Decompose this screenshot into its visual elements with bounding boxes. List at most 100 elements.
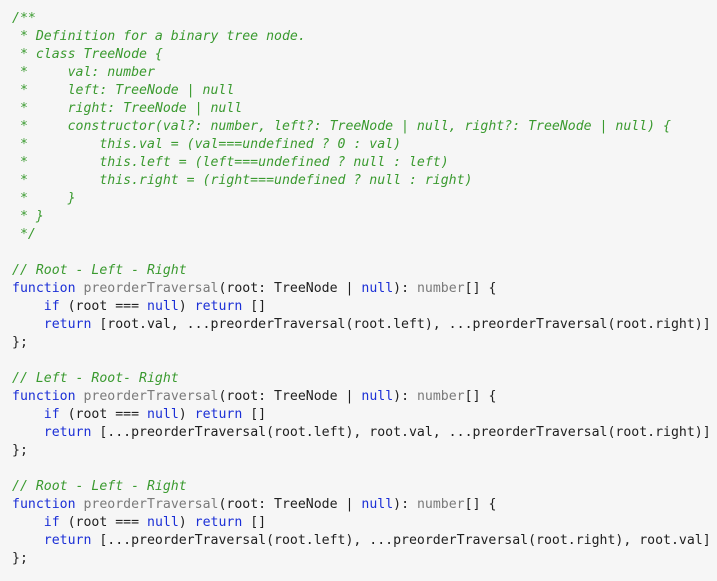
code-token-plain: (root: TreeNode | bbox=[218, 497, 362, 512]
code-line[interactable]: if (root === null) return [] bbox=[12, 514, 717, 532]
code-line[interactable]: * constructor(val?: number, left?: TreeN… bbox=[12, 118, 717, 136]
code-token-plain: [] bbox=[242, 515, 267, 530]
code-token-func: number bbox=[416, 497, 465, 512]
code-token-func: preorderTraversal bbox=[83, 497, 219, 512]
code-token-plain: ): bbox=[393, 281, 417, 296]
code-line[interactable]: * this.left = (left===undefined ? null :… bbox=[12, 154, 717, 172]
code-token-keyword: null bbox=[361, 497, 394, 512]
code-line[interactable]: // Root - Left - Right bbox=[12, 478, 717, 496]
code-token-plain: ) bbox=[178, 407, 195, 422]
code-token-comment: /** bbox=[12, 11, 36, 26]
code-line[interactable]: */ bbox=[12, 226, 717, 244]
code-token-func: number bbox=[416, 389, 465, 404]
code-token-keyword: if bbox=[43, 515, 60, 530]
code-token-comment: * } bbox=[12, 209, 44, 224]
code-line[interactable]: * } bbox=[12, 208, 717, 226]
code-token-plain: (root: TreeNode | bbox=[218, 389, 362, 404]
code-token-keyword: if bbox=[43, 407, 60, 422]
code-token-keyword: return bbox=[43, 425, 92, 440]
code-token-comment: * this.val = (val===undefined ? 0 : val) bbox=[12, 137, 402, 152]
code-line[interactable]: function preorderTraversal(root: TreeNod… bbox=[12, 388, 717, 406]
code-token-comment: */ bbox=[12, 227, 36, 242]
code-token-comment: // Left - Root- Right bbox=[12, 371, 179, 386]
code-token-comment: * left: TreeNode | null bbox=[12, 83, 235, 98]
code-line[interactable]: return [root.val, ...preorderTraversal(r… bbox=[12, 316, 717, 334]
code-token-plain: (root: TreeNode | bbox=[218, 281, 362, 296]
code-line[interactable] bbox=[12, 352, 717, 370]
code-token-comment: // Root - Left - Right bbox=[12, 263, 187, 278]
code-token-plain: ) bbox=[178, 515, 195, 530]
code-token-keyword: return bbox=[194, 299, 243, 314]
code-token-func: preorderTraversal bbox=[83, 389, 219, 404]
code-token-keyword: if bbox=[43, 299, 60, 314]
code-line[interactable]: return [...preorderTraversal(root.left),… bbox=[12, 424, 717, 442]
code-token-comment: * } bbox=[12, 191, 76, 206]
code-line[interactable] bbox=[12, 244, 717, 262]
code-token-plain: }; bbox=[12, 443, 28, 458]
code-line[interactable]: }; bbox=[12, 550, 717, 568]
code-token-plain: ): bbox=[393, 389, 417, 404]
code-token-plain: }; bbox=[12, 551, 28, 566]
code-line[interactable]: * class TreeNode { bbox=[12, 46, 717, 64]
code-token-func: preorderTraversal bbox=[83, 281, 219, 296]
code-token-keyword: null bbox=[361, 389, 394, 404]
code-token-keyword: null bbox=[147, 515, 179, 530]
code-token-comment: // Root - Left - Right bbox=[12, 479, 187, 494]
code-token-keyword: return bbox=[43, 533, 92, 548]
code-line[interactable]: // Root - Left - Right bbox=[12, 262, 717, 280]
code-token-plain: ) bbox=[178, 299, 195, 314]
code-editor[interactable]: /** * Definition for a binary tree node.… bbox=[0, 0, 717, 581]
code-line[interactable]: function preorderTraversal(root: TreeNod… bbox=[12, 496, 717, 514]
code-token-func: number bbox=[416, 281, 465, 296]
code-line[interactable]: return [...preorderTraversal(root.left),… bbox=[12, 532, 717, 550]
code-token-keyword: function bbox=[12, 497, 76, 512]
code-token-plain: [...preorderTraversal(root.left), root.v… bbox=[91, 425, 711, 440]
code-line[interactable]: * this.val = (val===undefined ? 0 : val) bbox=[12, 136, 717, 154]
code-line[interactable] bbox=[12, 460, 717, 478]
code-token-plain: [] { bbox=[464, 497, 497, 512]
code-token-keyword: function bbox=[12, 281, 76, 296]
code-token-keyword: null bbox=[147, 299, 179, 314]
code-token-plain: [...preorderTraversal(root.left), ...pre… bbox=[91, 533, 711, 548]
code-token-keyword: null bbox=[147, 407, 179, 422]
code-token-keyword: function bbox=[12, 389, 76, 404]
code-line[interactable]: if (root === null) return [] bbox=[12, 406, 717, 424]
code-token-plain: }; bbox=[12, 335, 28, 350]
code-line[interactable]: /** bbox=[12, 10, 717, 28]
code-token-plain: (root === bbox=[59, 299, 147, 314]
code-line[interactable]: * } bbox=[12, 190, 717, 208]
code-line[interactable]: // Left - Root- Right bbox=[12, 370, 717, 388]
code-token-plain: [] { bbox=[464, 389, 497, 404]
code-line[interactable]: * Definition for a binary tree node. bbox=[12, 28, 717, 46]
code-token-comment: * val: number bbox=[12, 65, 155, 80]
code-token-comment: * this.left = (left===undefined ? null :… bbox=[12, 155, 449, 170]
code-token-plain: (root === bbox=[59, 407, 147, 422]
code-token-comment: * right: TreeNode | null bbox=[12, 101, 243, 116]
code-token-comment: * constructor(val?: number, left?: TreeN… bbox=[12, 119, 671, 134]
code-token-comment: * class TreeNode { bbox=[12, 47, 163, 62]
code-token-plain: [] bbox=[242, 407, 267, 422]
code-token-comment: * Definition for a binary tree node. bbox=[12, 29, 306, 44]
code-line[interactable]: * right: TreeNode | null bbox=[12, 100, 717, 118]
code-line[interactable]: function preorderTraversal(root: TreeNod… bbox=[12, 280, 717, 298]
code-token-plain: [] bbox=[242, 299, 267, 314]
code-line[interactable]: * this.right = (right===undefined ? null… bbox=[12, 172, 717, 190]
code-line[interactable]: * left: TreeNode | null bbox=[12, 82, 717, 100]
code-token-plain: [root.val, ...preorderTraversal(root.lef… bbox=[91, 317, 711, 332]
code-token-plain: [] { bbox=[464, 281, 497, 296]
code-token-comment: * this.right = (right===undefined ? null… bbox=[12, 173, 473, 188]
code-token-plain: ): bbox=[393, 497, 417, 512]
code-line[interactable]: }; bbox=[12, 442, 717, 460]
code-line[interactable]: * val: number bbox=[12, 64, 717, 82]
code-token-keyword: return bbox=[194, 407, 243, 422]
code-token-keyword: return bbox=[194, 515, 243, 530]
code-line[interactable]: if (root === null) return [] bbox=[12, 298, 717, 316]
code-token-plain: (root === bbox=[59, 515, 147, 530]
code-line[interactable]: }; bbox=[12, 334, 717, 352]
